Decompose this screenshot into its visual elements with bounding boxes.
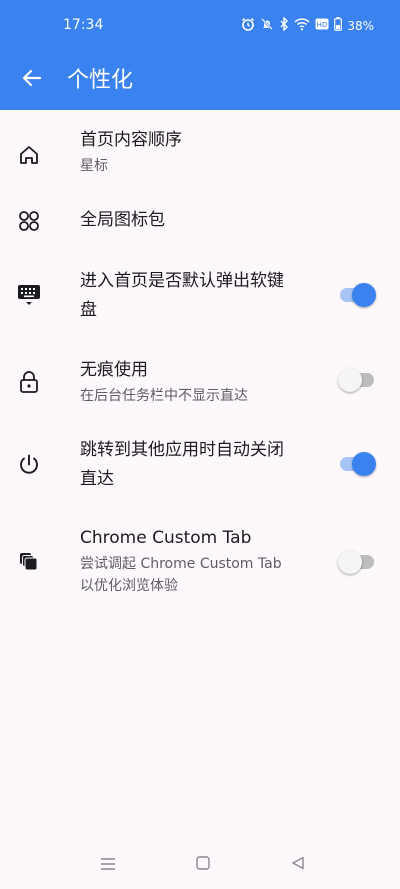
keyboard-popup-toggle[interactable] [340,283,376,307]
setting-title: 首页内容顺序 [80,130,182,150]
back-nav-button[interactable] [286,853,310,877]
home-button[interactable] [191,853,215,877]
svg-text:HD: HD [317,21,328,29]
setting-title: 进入首页是否默认弹出软键 [80,271,284,291]
setting-keyboard-popup[interactable]: 进入首页是否默认弹出软键 盘 [0,267,400,325]
home-square-icon [195,855,211,875]
setting-subtitle: 尝试调起 Chrome Custom Tab [80,556,282,572]
status-time: 17:34 [63,17,104,33]
recents-button[interactable] [96,853,120,877]
auto-close-toggle[interactable] [340,452,376,476]
setting-home-order[interactable]: 首页内容顺序 星标 [0,126,400,190]
setting-chrome-custom-tab[interactable]: Chrome Custom Tab 尝试调起 Chrome Custom Tab… [0,524,400,604]
setting-title: 全局图标包 [80,210,165,230]
incognito-toggle[interactable] [338,368,376,392]
setting-auto-close[interactable]: 跳转到其他应用时自动关闭 直达 [0,436,400,494]
toggle-thumb [338,550,362,574]
toggle-thumb [352,452,376,476]
setting-title: 无痕使用 [80,360,148,380]
arrow-back-icon [22,68,42,92]
power-icon [16,452,42,478]
page-title: 个性化 [67,68,134,93]
status-bar: 17:34 HD 38% [0,0,400,52]
icon-pack-icon [16,208,42,234]
lock-icon [16,369,42,395]
mute-icon [260,17,274,34]
alarm-icon [241,17,255,34]
hd-icon: HD [315,18,329,33]
setting-title-line2: 直达 [80,469,114,489]
setting-incognito[interactable]: 无痕使用 在后台任务栏中不显示直达 [0,356,400,410]
battery-percent: 38% [347,18,374,33]
setting-title: 跳转到其他应用时自动关闭 [80,440,284,460]
toggle-thumb [338,368,362,392]
setting-title-line2: 盘 [80,300,97,320]
wifi-icon [294,17,310,34]
keyboard-icon [16,282,42,308]
setting-subtitle: 星标 [80,158,108,174]
tabs-icon [16,549,42,575]
setting-subtitle-line2: 以优化浏览体验 [80,578,178,594]
menu-icon [100,856,116,875]
status-icons: HD 38% [241,16,374,34]
battery-icon [334,17,343,34]
nav-bar [0,841,400,889]
toggle-thumb [352,283,376,307]
setting-icon-pack[interactable]: 全局图标包 [0,206,400,248]
bluetooth-icon [279,16,289,34]
app-bar: 个性化 [0,52,400,110]
back-triangle-icon [290,855,306,875]
setting-title: Chrome Custom Tab [80,528,252,548]
setting-subtitle: 在后台任务栏中不显示直达 [80,388,248,404]
back-button[interactable] [16,64,48,96]
chrome-custom-tab-toggle[interactable] [338,550,376,574]
home-icon [16,142,42,168]
